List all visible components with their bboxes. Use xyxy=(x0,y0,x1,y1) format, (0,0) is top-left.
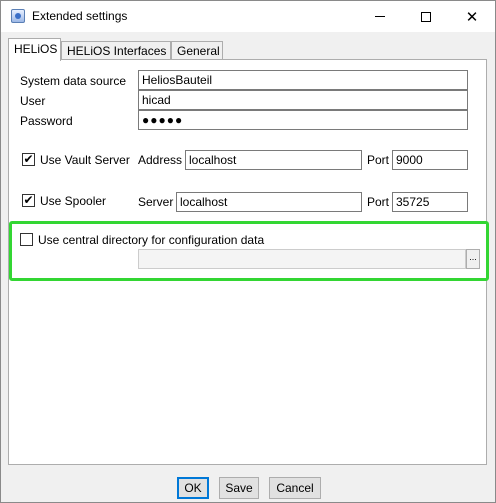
save-button[interactable]: Save xyxy=(219,477,259,499)
minimize-button[interactable] xyxy=(357,1,403,32)
system-data-source-label: System data source xyxy=(20,74,127,88)
central-directory-label: Use central directory for configuration … xyxy=(38,233,265,247)
use-vault-server-checkbox[interactable]: ✔ xyxy=(22,153,35,166)
use-vault-server-label: Use Vault Server xyxy=(40,153,130,167)
tab-general[interactable]: General xyxy=(171,41,223,60)
cancel-button[interactable]: Cancel xyxy=(269,477,321,499)
close-icon: ✕ xyxy=(465,8,479,26)
tab-helios[interactable]: HELiOS xyxy=(8,38,61,61)
password-label: Password xyxy=(20,114,73,128)
extended-settings-window: Extended settings ✕ HELiOS HELiOS Interf… xyxy=(0,0,496,503)
vault-port-label: Port xyxy=(367,153,390,167)
central-directory-checkbox[interactable] xyxy=(20,233,33,246)
title-bar[interactable]: Extended settings ✕ xyxy=(1,1,495,32)
tab-helios-interfaces[interactable]: HELiOS Interfaces xyxy=(61,41,171,60)
close-button[interactable]: ✕ xyxy=(449,1,495,32)
spooler-port-label: Port xyxy=(367,195,390,209)
maximize-icon xyxy=(421,11,431,22)
vault-address-field[interactable]: localhost xyxy=(185,150,362,170)
system-data-source-field[interactable]: HeliosBauteil xyxy=(138,70,468,90)
app-icon xyxy=(11,9,25,23)
user-field[interactable]: hicad xyxy=(138,90,468,110)
central-directory-path-field[interactable] xyxy=(138,249,466,269)
use-spooler-checkbox[interactable]: ✔ xyxy=(22,194,35,207)
vault-address-label: Address xyxy=(138,153,183,167)
ok-button[interactable]: OK xyxy=(177,477,209,499)
password-field[interactable]: ●●●●● xyxy=(138,110,468,130)
spooler-server-field[interactable]: localhost xyxy=(176,192,362,212)
minimize-icon xyxy=(375,16,385,17)
spooler-port-field[interactable]: 35725 xyxy=(392,192,468,212)
browse-button[interactable]: ... xyxy=(466,249,480,269)
vault-port-field[interactable]: 9000 xyxy=(392,150,468,170)
maximize-button[interactable] xyxy=(403,1,449,32)
window-title: Extended settings xyxy=(32,9,128,23)
use-spooler-label: Use Spooler xyxy=(40,194,107,208)
spooler-server-label: Server xyxy=(138,195,174,209)
user-label: User xyxy=(20,94,46,108)
